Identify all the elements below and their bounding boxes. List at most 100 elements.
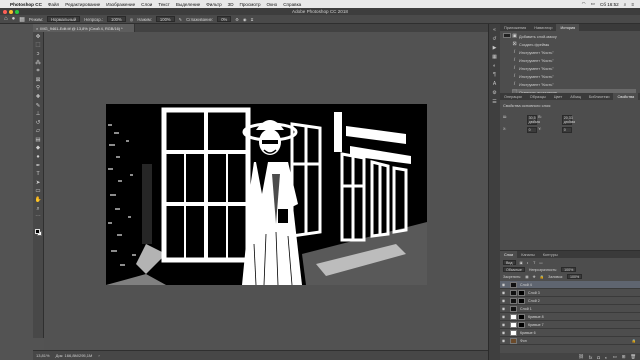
width-field[interactable]: 30,5 дюйма (526, 115, 540, 125)
layer-row[interactable]: ◉ Слой 3 (500, 289, 640, 297)
document-tab[interactable]: × IMG_9461-Edit.tif @ 13,8% (Слой 4, RGB… (33, 24, 135, 32)
layer-mask-thumbnail[interactable] (518, 321, 525, 328)
layer-row[interactable]: ◉ Кривые 8 (500, 313, 640, 321)
lock-position-icon[interactable]: ✥ (533, 275, 536, 279)
visibility-eye-icon[interactable]: ◉ (500, 338, 507, 343)
tab-color[interactable]: Цвет (550, 93, 567, 100)
history-item[interactable]: / Инструмент "Кисть" (512, 57, 636, 64)
battery-icon[interactable]: ▭ (591, 1, 595, 7)
document-canvas[interactable] (106, 104, 427, 285)
tab-navigator[interactable]: Навигатор (530, 24, 556, 31)
menu-list-icon[interactable]: ≡ (631, 2, 634, 7)
eyedropper-tool-icon[interactable]: ⚲ (35, 86, 42, 93)
swatches-panel-icon[interactable]: ▦ (492, 55, 497, 60)
history-panel-icon[interactable]: ↺ (492, 37, 496, 42)
tab-applications[interactable]: Приложения (500, 24, 530, 31)
shape-tool-icon[interactable]: ▭ (35, 189, 42, 196)
tab-libraries[interactable]: Библиотеки (585, 93, 614, 100)
wifi-icon[interactable]: ◠ (582, 1, 586, 7)
smoothing-settings-icon[interactable]: ⚙ (235, 17, 239, 22)
status-arrow-icon[interactable]: › (98, 353, 99, 358)
layer-style-icon[interactable]: fx (589, 355, 592, 360)
home-icon[interactable]: ⌂ (4, 16, 8, 22)
quick-select-tool-icon[interactable]: ⁂ (35, 60, 42, 67)
history-item[interactable]: ⊠ Создать фреймы (512, 41, 636, 48)
document-tab-close-icon[interactable]: × (36, 26, 38, 31)
menu-help[interactable]: Справка (283, 2, 301, 7)
type-tool-icon[interactable]: T (35, 172, 42, 179)
menu-3d[interactable]: 3D (228, 2, 234, 7)
tab-history[interactable]: История (556, 24, 580, 31)
tab-swatches[interactable]: Образцы (526, 93, 550, 100)
visibility-eye-icon[interactable]: ◉ (500, 314, 507, 319)
dodge-tool-icon[interactable]: ● (35, 154, 42, 161)
history-item[interactable]: / Инструмент "Кисть" (512, 65, 636, 72)
add-mask-icon[interactable]: ◘ (597, 355, 600, 360)
history-item[interactable]: / Инструмент "Кисть" (512, 73, 636, 80)
new-layer-icon[interactable]: ⊞ (622, 354, 626, 360)
new-group-icon[interactable]: ▭ (613, 354, 617, 360)
minimize-window-button[interactable] (9, 9, 13, 14)
visibility-eye-icon[interactable]: ◉ (500, 330, 507, 335)
healing-brush-tool-icon[interactable]: ✚ (35, 94, 42, 101)
canvas-area[interactable] (44, 32, 488, 350)
layer-row[interactable]: ◉ Фон 🔒 (500, 337, 640, 345)
eraser-tool-icon[interactable]: ▱ (35, 129, 42, 136)
symmetry-icon[interactable]: ⧖ (251, 17, 254, 22)
zoom-level[interactable]: 13,81% (36, 353, 50, 358)
properties-panel-icon[interactable]: ⚙ (492, 91, 496, 96)
menu-window[interactable]: Окно (267, 2, 278, 7)
tab-properties[interactable]: Свойства (613, 93, 639, 100)
history-brush-tool-icon[interactable]: ↺ (35, 120, 42, 127)
layer-fill-field[interactable]: 100% (566, 274, 583, 279)
more-tools-icon[interactable]: ⋯ (35, 214, 42, 221)
layer-mask-thumbnail[interactable] (518, 289, 525, 296)
mode-select[interactable]: Нормальный (47, 16, 81, 22)
layers-filter-select[interactable]: Вид (503, 260, 516, 265)
foreground-color-swatch[interactable] (35, 229, 40, 234)
app-menu[interactable]: Photoshop CC (10, 2, 42, 7)
clone-stamp-tool-icon[interactable]: ⊥ (35, 111, 42, 118)
pressure-opacity-icon[interactable]: ◎ (130, 17, 134, 22)
blend-mode-select[interactable]: Обычные (503, 267, 525, 272)
libraries-panel-icon[interactable]: ☰ (492, 100, 496, 105)
pen-tool-icon[interactable]: ✒ (35, 163, 42, 170)
lock-all-icon[interactable]: 🔒 (540, 275, 544, 279)
crop-tool-icon[interactable]: ⌗ (35, 68, 42, 75)
move-tool-icon[interactable]: ✥ (35, 34, 42, 41)
lasso-tool-icon[interactable]: ↄ (35, 51, 42, 58)
tab-channels[interactable]: Каналы (517, 251, 538, 258)
menu-type[interactable]: Текст (158, 2, 170, 7)
layer-row[interactable]: ◉ Слой 4 (500, 281, 640, 289)
visibility-eye-icon[interactable]: ◉ (500, 282, 507, 287)
filter-type-icon[interactable]: T (533, 261, 535, 265)
marquee-tool-icon[interactable]: ⬚ (35, 43, 42, 50)
airbrush-icon[interactable]: ✎ (179, 17, 183, 22)
history-snapshot-thumb[interactable] (503, 33, 511, 38)
adjustments-panel-icon[interactable]: ◐ (493, 64, 496, 69)
tab-actions[interactable]: Операции (500, 93, 526, 100)
visibility-eye-icon[interactable]: ◉ (500, 306, 507, 311)
menubar-clock[interactable]: Сб 16:52 (600, 2, 619, 7)
layer-mask-thumbnail[interactable] (518, 297, 525, 304)
menu-layer[interactable]: Слои (141, 2, 152, 7)
frame-tool-icon[interactable]: ⊠ (35, 77, 42, 84)
filter-adjust-icon[interactable]: ◐ (527, 261, 529, 265)
height-field[interactable]: 20,33 дюйма (561, 115, 575, 125)
character-panel-icon[interactable]: A (493, 82, 496, 87)
filter-pixel-icon[interactable]: ▣ (520, 261, 523, 265)
doc-info[interactable]: Док: 166,8M/295,1M (56, 353, 93, 358)
x-field[interactable]: 0 (526, 126, 537, 133)
flow-field[interactable]: 100% (155, 16, 175, 22)
menu-select[interactable]: Выделение (176, 2, 200, 7)
delete-layer-icon[interactable]: 🗑 (630, 354, 636, 360)
gradient-tool-icon[interactable]: ▤ (35, 137, 42, 144)
brush-preset-icon[interactable]: ● (12, 16, 16, 22)
menu-edit[interactable]: Редактирование (65, 2, 100, 7)
link-layers-icon[interactable]: ⛓ (578, 354, 584, 360)
layer-opacity-field[interactable]: 100% (561, 267, 577, 272)
menu-file[interactable]: Файл (48, 2, 59, 7)
visibility-eye-icon[interactable]: ◉ (500, 322, 507, 327)
close-window-button[interactable] (3, 9, 7, 14)
history-item[interactable]: / Инструмент "Кисть" (512, 49, 636, 56)
